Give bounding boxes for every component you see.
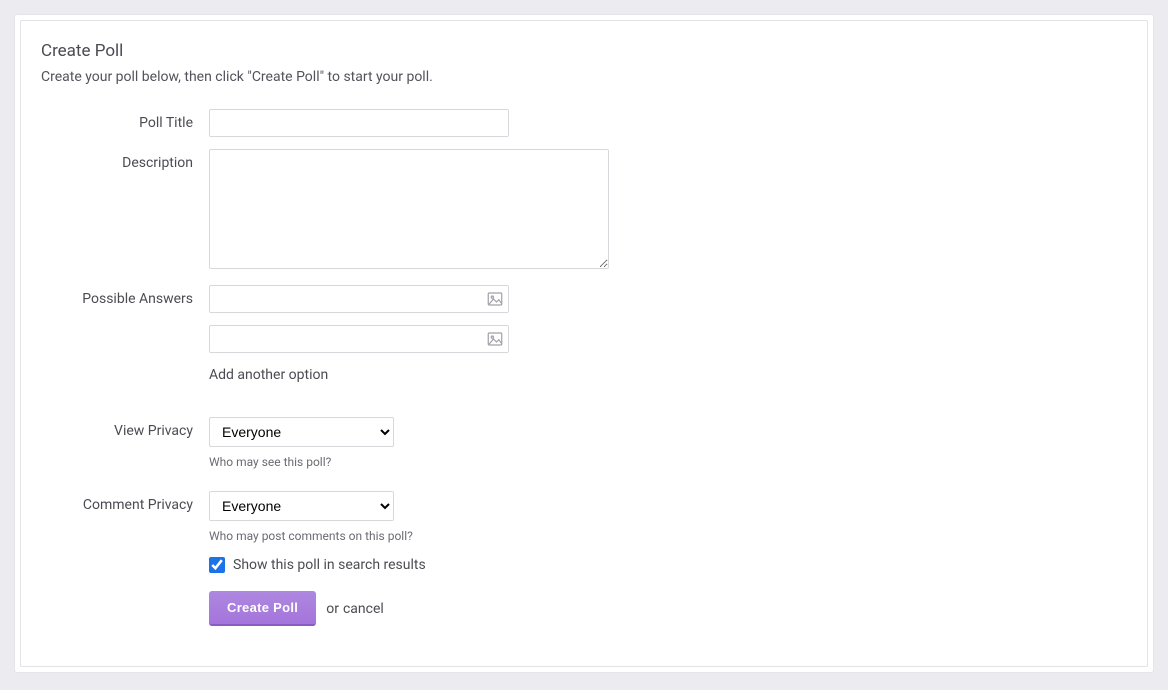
row-description: Description (41, 149, 1127, 273)
label-poll-title: Poll Title (41, 109, 209, 131)
image-icon[interactable] (485, 289, 505, 309)
label-view-privacy: View Privacy (41, 417, 209, 439)
add-option-link[interactable]: Add another option (209, 367, 328, 383)
label-possible-answers: Possible Answers (41, 285, 209, 307)
search-results-checkbox-row: Show this poll in search results (209, 557, 1127, 573)
page-title: Create Poll (41, 41, 1127, 61)
or-text: or (326, 601, 339, 617)
description-input[interactable] (209, 149, 609, 269)
page-subtitle: Create your poll below, then click "Crea… (41, 69, 1127, 85)
search-results-label: Show this poll in search results (233, 557, 426, 573)
comment-privacy-help: Who may post comments on this poll? (209, 529, 1127, 543)
row-poll-title: Poll Title (41, 109, 1127, 137)
answer-option-1 (209, 285, 509, 313)
view-privacy-help: Who may see this poll? (209, 455, 1127, 469)
cancel-link[interactable]: cancel (343, 601, 384, 617)
card-inner: Create Poll Create your poll below, then… (20, 20, 1148, 667)
view-privacy-select[interactable]: Everyone (209, 417, 394, 447)
answer-input-2[interactable] (209, 325, 509, 353)
action-row: Create Poll or cancel (209, 591, 1127, 626)
comment-privacy-select[interactable]: Everyone (209, 491, 394, 521)
answer-option-2 (209, 325, 509, 353)
image-icon[interactable] (485, 329, 505, 349)
label-description: Description (41, 149, 209, 171)
search-results-checkbox[interactable] (209, 557, 225, 573)
row-search-checkbox: Show this poll in search results Create … (41, 557, 1127, 626)
answer-input-1[interactable] (209, 285, 509, 313)
row-comment-privacy: Comment Privacy Everyone Who may post co… (41, 491, 1127, 543)
create-poll-button[interactable]: Create Poll (209, 591, 316, 626)
card-outer: Create Poll Create your poll below, then… (14, 14, 1154, 673)
or-cancel-group: or cancel (326, 601, 384, 617)
poll-title-input[interactable] (209, 109, 509, 137)
label-comment-privacy: Comment Privacy (41, 491, 209, 513)
row-view-privacy: View Privacy Everyone Who may see this p… (41, 417, 1127, 469)
row-possible-answers: Possible Answers (41, 285, 1127, 383)
